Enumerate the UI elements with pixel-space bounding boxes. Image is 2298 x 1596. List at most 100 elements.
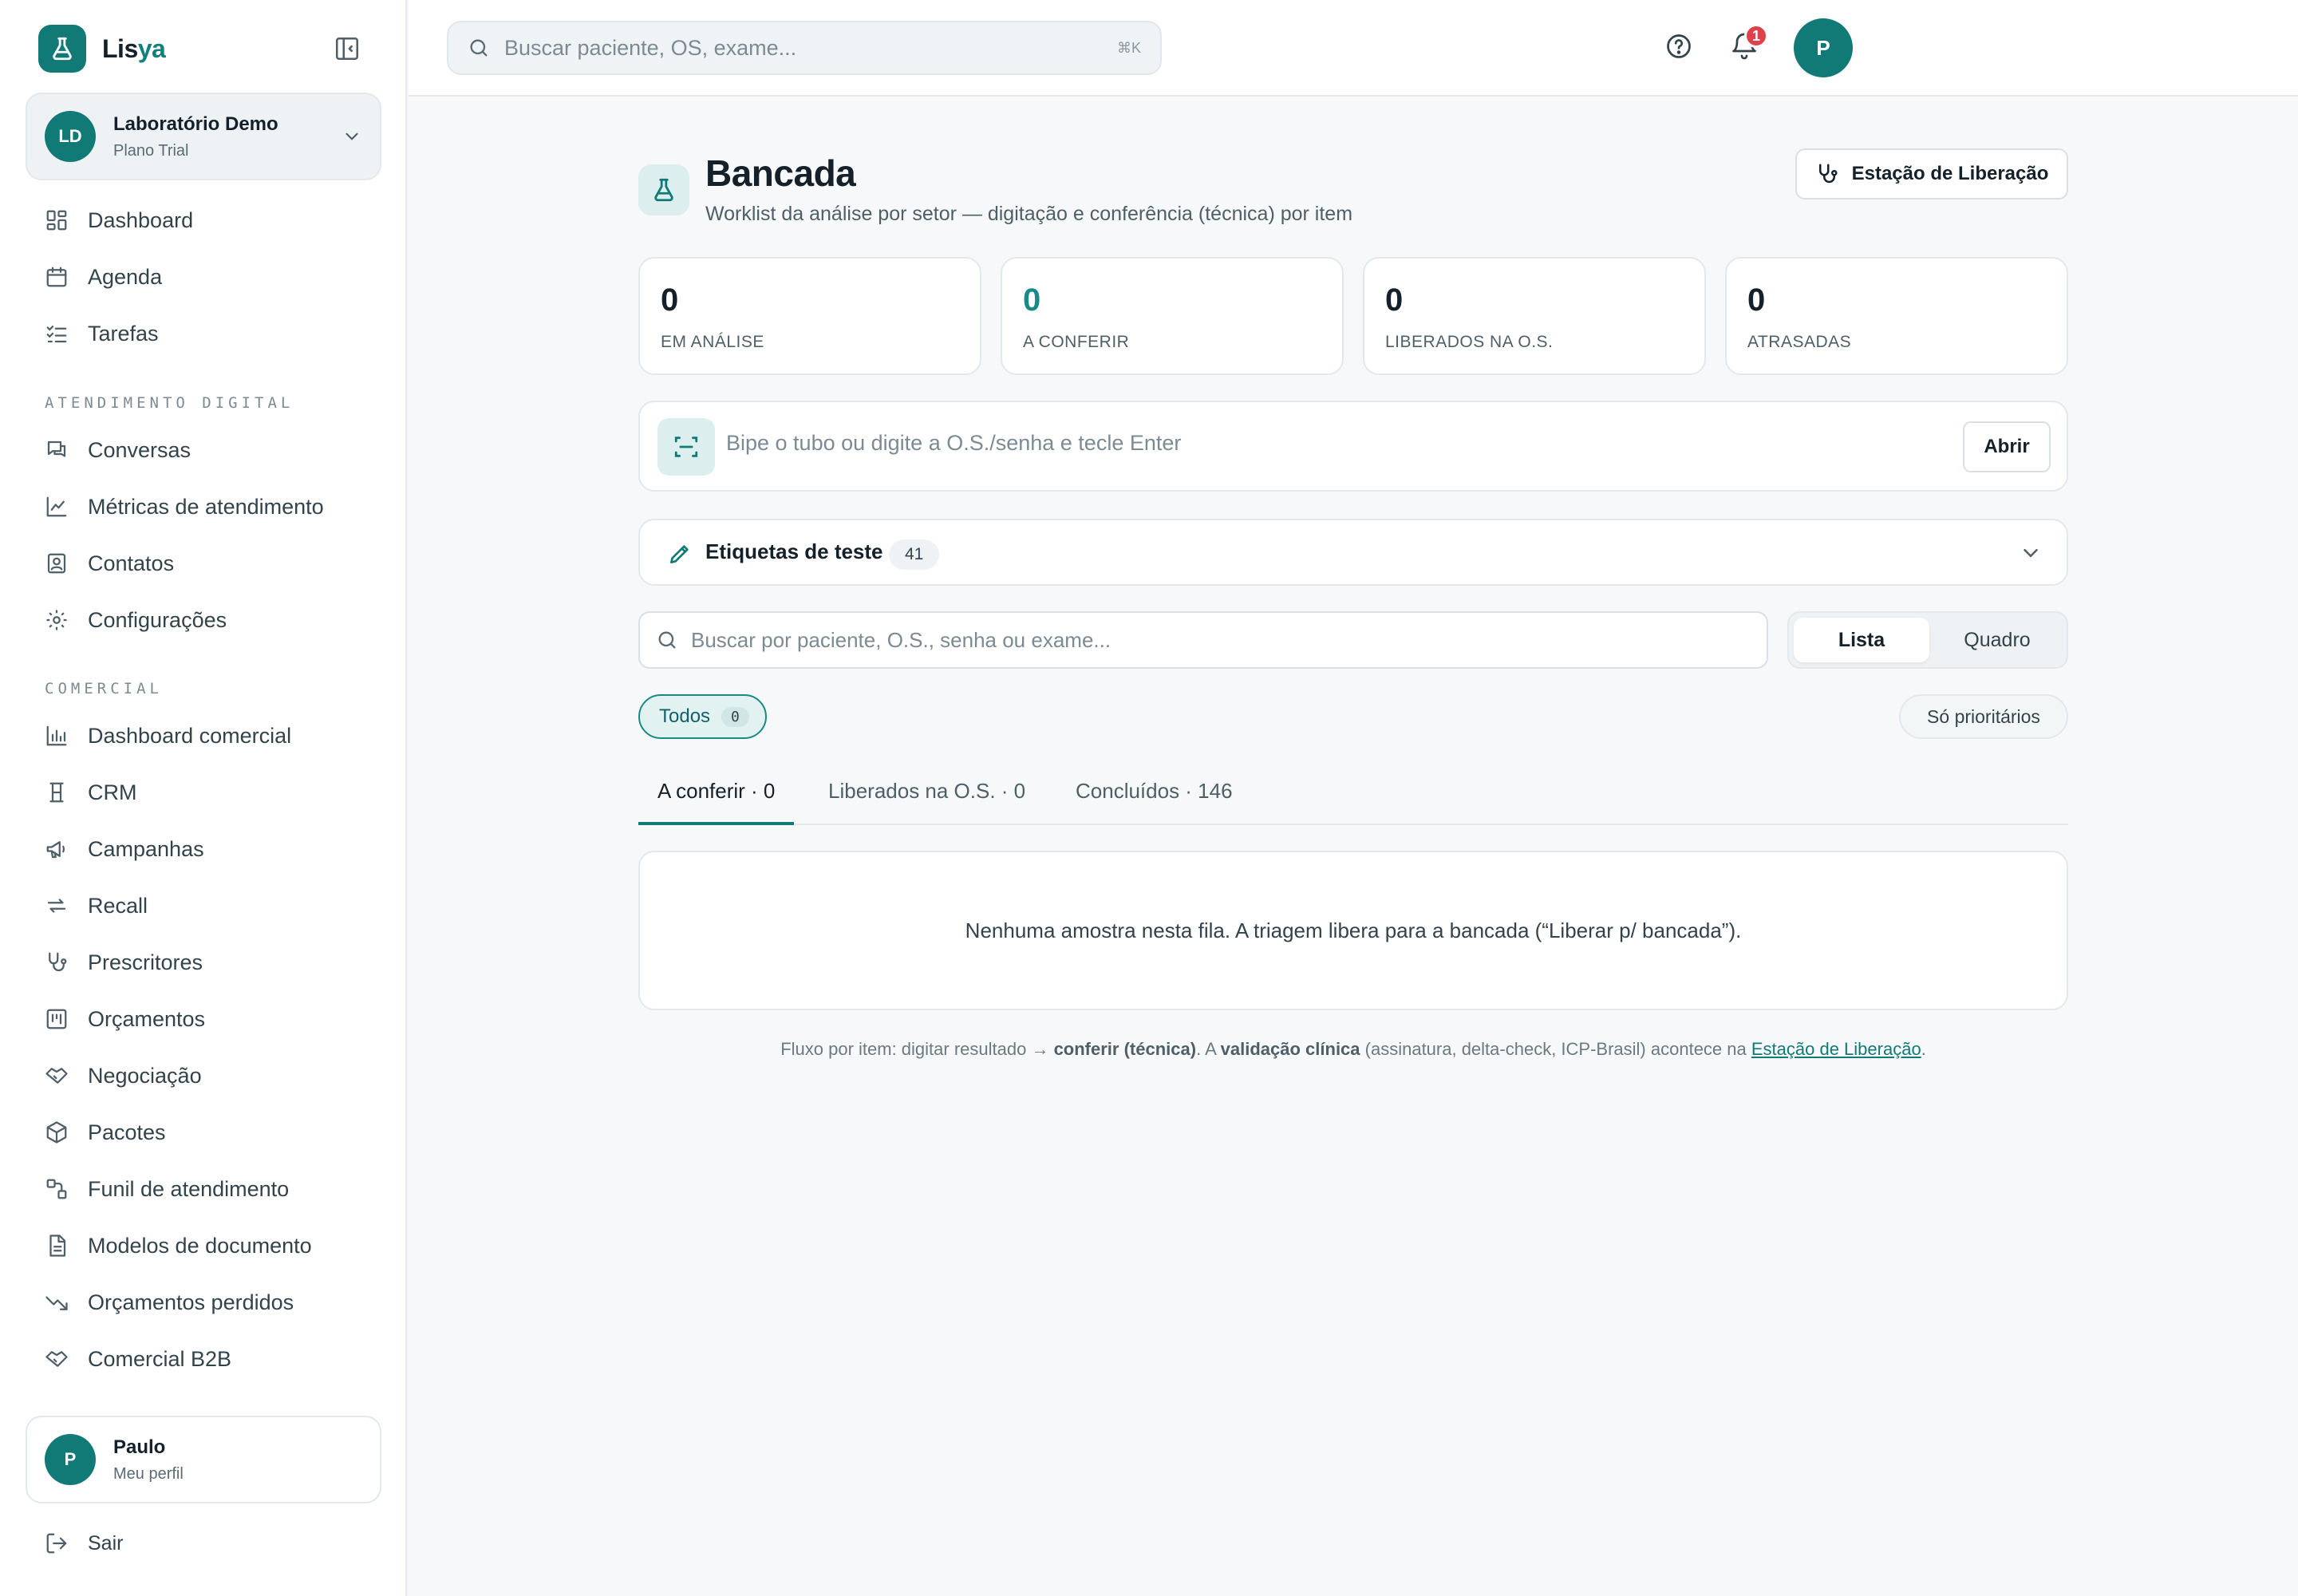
workflow-footnote: Fluxo por item: digitar resultado → conf… <box>638 1039 2068 1060</box>
test-labels-count: 41 <box>889 539 940 570</box>
sidebar-item-agenda[interactable]: Agenda <box>45 259 162 294</box>
sidebar-item-label: Métricas de atendimento <box>88 494 324 519</box>
sidebar-item-recall[interactable]: Recall <box>45 888 148 923</box>
sidebar-item-configuracoes[interactable]: Configurações <box>45 602 227 638</box>
stat-label: ATRASADAS <box>1747 333 1852 351</box>
footnote-bold: validação clínica <box>1220 1039 1360 1059</box>
sidebar-item-label: Campanhas <box>88 836 204 861</box>
sidebar-item-orcamentos-perdidos[interactable]: Orçamentos perdidos <box>45 1285 294 1320</box>
sidebar-item-label: Dashboard <box>88 207 194 232</box>
sidebar-item-campanhas[interactable]: Campanhas <box>45 832 204 867</box>
tab-a-conferir[interactable]: A conferir · 0 <box>638 779 795 825</box>
test-labels-accordion[interactable]: Etiquetas de teste 41 <box>638 519 2068 586</box>
scan-icon <box>657 418 715 476</box>
barcode-scan-box: Abrir <box>638 401 2068 492</box>
funnel-icon <box>45 1177 69 1201</box>
sidebar-item-metricas[interactable]: Métricas de atendimento <box>45 489 324 524</box>
handshake-icon <box>45 1347 69 1371</box>
global-search[interactable]: ⌘K <box>447 21 1162 75</box>
footnote-text: . <box>1921 1039 1926 1059</box>
user-avatar[interactable]: P <box>1794 18 1853 77</box>
search-icon <box>468 37 490 59</box>
brand[interactable]: Lisya <box>38 24 166 73</box>
sidebar-item-label: Agenda <box>88 264 163 289</box>
view-list-button[interactable]: Lista <box>1794 618 1929 662</box>
open-button[interactable]: Abrir <box>1963 421 2051 472</box>
view-toggle: Lista Quadro <box>1787 611 2068 669</box>
sidebar-item-label: Dashboard comercial <box>88 723 292 748</box>
sidebar-item-label: Funil de atendimento <box>88 1176 290 1201</box>
filter-chip-label: Todos <box>659 705 711 727</box>
stat-card-liberados: 0 LIBERADOS NA O.S. <box>1363 257 1706 375</box>
sidebar-item-label: Conversas <box>88 437 192 462</box>
sidebar-item-crm[interactable]: CRM <box>45 775 137 810</box>
bar-chart-icon <box>45 724 69 748</box>
help-icon[interactable] <box>1664 32 1693 61</box>
sidebar-item-conversas[interactable]: Conversas <box>45 433 191 468</box>
section-label-digital: ATENDIMENTO DIGITAL <box>45 394 294 412</box>
profile-card[interactable]: P Paulo Meu perfil <box>26 1416 381 1503</box>
empty-state: Nenhuma amostra nesta fila. A triagem li… <box>638 851 2068 1010</box>
footnote-bold: conferir (técnica) <box>1053 1039 1197 1059</box>
filter-chip-all[interactable]: Todos 0 <box>638 694 767 739</box>
stat-label: A CONFERIR <box>1023 333 1130 351</box>
stat-card-em-analise: 0 EM ANÁLISE <box>638 257 981 375</box>
org-plan: Plano Trial <box>113 141 189 160</box>
tab-liberados[interactable]: Liberados na O.S. · 0 <box>828 779 1025 825</box>
sidebar-item-label: CRM <box>88 780 137 804</box>
page-title: Bancada <box>705 152 856 194</box>
scan-input[interactable] <box>726 431 1843 456</box>
chevron-down-icon <box>2019 541 2043 565</box>
sidebar-item-dashboard-comercial[interactable]: Dashboard comercial <box>45 718 291 753</box>
org-name: Laboratório Demo <box>113 113 278 135</box>
view-board-button[interactable]: Quadro <box>1929 618 2065 662</box>
logout-icon <box>45 1531 69 1555</box>
notification-badge: 1 <box>1744 24 1768 48</box>
sidebar-item-pacotes[interactable]: Pacotes <box>45 1115 166 1150</box>
sidebar-item-label: Prescritores <box>88 950 203 974</box>
org-switcher[interactable]: LD Laboratório Demo Plano Trial <box>26 93 381 180</box>
sidebar-item-comercial-b2b[interactable]: Comercial B2B <box>45 1341 231 1377</box>
filter-chip-count: 0 <box>721 706 749 727</box>
pencil-icon <box>667 541 693 567</box>
crm-icon <box>45 780 69 804</box>
tab-concluidos[interactable]: Concluídos · 146 <box>1076 779 1233 825</box>
priority-only-toggle[interactable]: Só prioritários <box>1899 694 2068 739</box>
recall-icon <box>45 894 69 918</box>
page-subtitle: Worklist da análise por setor — digitaçã… <box>705 203 1353 225</box>
stethoscope-icon <box>45 950 69 974</box>
release-station-label: Estação de Liberação <box>1851 163 2049 184</box>
section-label-comercial: COMERCIAL <box>45 680 163 697</box>
chevron-down-icon <box>342 126 362 147</box>
sidebar-item-label: Tarefas <box>88 321 159 346</box>
handshake-icon <box>45 1064 69 1088</box>
sidebar-item-funil[interactable]: Funil de atendimento <box>45 1171 289 1207</box>
release-station-link[interactable]: Estação de Liberação <box>1751 1039 1921 1059</box>
worklist-search[interactable] <box>638 611 1768 669</box>
sidebar-collapse-icon[interactable] <box>334 35 361 62</box>
sidebar-item-tarefas[interactable]: Tarefas <box>45 316 159 351</box>
logout-button[interactable]: Sair <box>45 1526 123 1561</box>
avatar: P <box>45 1434 96 1485</box>
budget-icon <box>45 1007 69 1031</box>
shortcut-hint: ⌘K <box>1116 39 1141 56</box>
sidebar-item-contatos[interactable]: Contatos <box>45 546 174 581</box>
release-station-button[interactable]: Estação de Liberação <box>1795 148 2068 200</box>
stethoscope-icon <box>1815 162 1839 186</box>
sidebar-item-label: Orçamentos perdidos <box>88 1290 294 1314</box>
sidebar-item-label: Orçamentos <box>88 1006 206 1031</box>
global-search-input[interactable] <box>504 35 1063 61</box>
sidebar: Lisya LD Laboratório Demo Plano Trial Da… <box>0 0 407 1596</box>
sidebar-item-prescritores[interactable]: Prescritores <box>45 945 203 980</box>
topbar: ⌘K <box>409 0 2298 97</box>
sidebar-item-label: Modelos de documento <box>88 1233 312 1258</box>
sidebar-item-negociacao[interactable]: Negociação <box>45 1058 202 1093</box>
trend-down-icon <box>45 1290 69 1314</box>
sidebar-item-label: Configurações <box>88 607 227 632</box>
checklist-icon <box>45 322 69 346</box>
worklist-search-input[interactable] <box>691 627 1728 653</box>
search-icon <box>656 629 678 651</box>
sidebar-item-orcamentos[interactable]: Orçamentos <box>45 1001 205 1037</box>
sidebar-item-dashboard[interactable]: Dashboard <box>45 203 193 238</box>
sidebar-item-modelos[interactable]: Modelos de documento <box>45 1228 312 1263</box>
